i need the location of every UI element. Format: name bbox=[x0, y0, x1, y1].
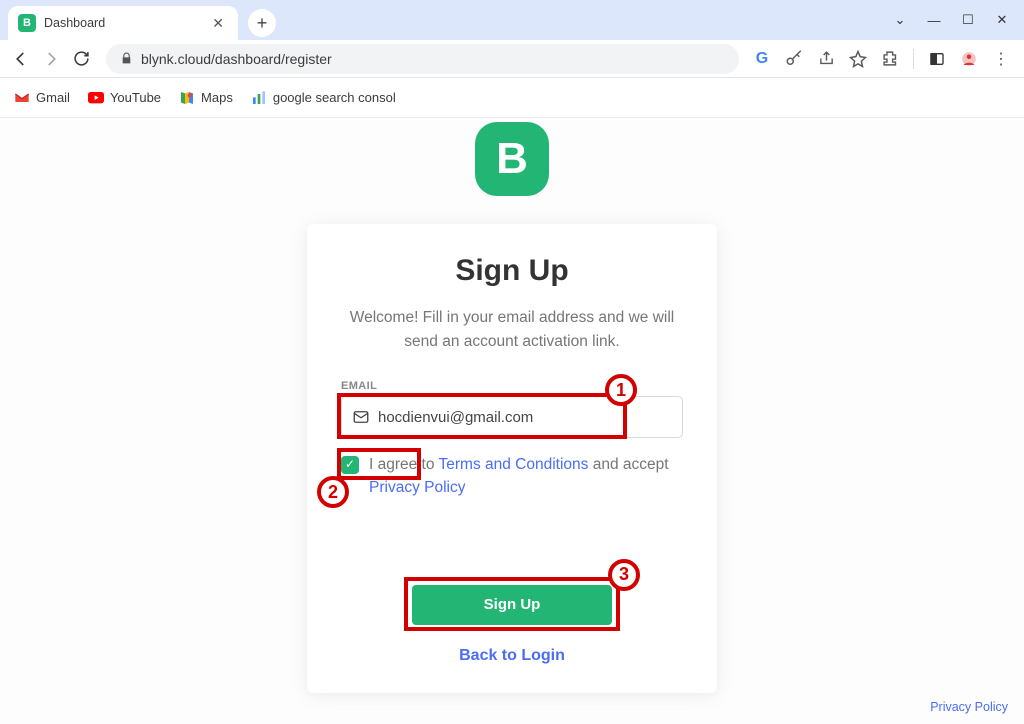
privacy-link[interactable]: Privacy Policy bbox=[369, 479, 465, 496]
signup-button[interactable]: Sign Up bbox=[412, 585, 612, 625]
bookmark-label: Maps bbox=[201, 90, 233, 105]
terms-row: ✓ I agree to Terms and Conditions and ac… bbox=[341, 454, 683, 499]
tab-close-icon[interactable]: ✕ bbox=[208, 15, 228, 32]
window-maximize-icon[interactable]: ☐ bbox=[960, 12, 976, 28]
profile-icon[interactable] bbox=[960, 50, 978, 68]
envelope-icon bbox=[352, 408, 370, 426]
lock-icon bbox=[120, 52, 133, 65]
gsc-icon bbox=[251, 90, 267, 106]
chevron-down-icon[interactable]: ⌄ bbox=[892, 12, 908, 28]
forward-icon[interactable] bbox=[40, 48, 62, 70]
bookmark-gsc[interactable]: google search consol bbox=[251, 90, 396, 106]
email-field-wrapper: EMAIL 1 bbox=[341, 380, 683, 438]
bookmark-maps[interactable]: Maps bbox=[179, 90, 233, 106]
window-close-icon[interactable]: ✕ bbox=[994, 12, 1010, 28]
signup-card: Sign Up Welcome! Fill in your email addr… bbox=[307, 224, 717, 693]
new-tab-button[interactable]: + bbox=[248, 9, 276, 37]
terms-link[interactable]: Terms and Conditions bbox=[439, 456, 589, 473]
terms-text: I agree to Terms and Conditions and acce… bbox=[369, 454, 683, 499]
page-title: Sign Up bbox=[455, 254, 568, 288]
toolbar-divider bbox=[913, 49, 914, 69]
sidepanel-icon[interactable] bbox=[928, 50, 946, 68]
email-input[interactable] bbox=[378, 409, 672, 426]
bookmark-gmail[interactable]: Gmail bbox=[14, 90, 70, 106]
tab-favicon-icon: B bbox=[18, 14, 36, 32]
email-input-container[interactable] bbox=[341, 396, 683, 438]
window-minimize-icon[interactable]: — bbox=[926, 13, 942, 28]
maps-icon bbox=[179, 90, 195, 106]
bookmark-label: Gmail bbox=[36, 90, 70, 105]
bookmark-youtube[interactable]: YouTube bbox=[88, 90, 161, 106]
google-icon[interactable]: G bbox=[753, 50, 771, 68]
email-label: EMAIL bbox=[341, 380, 683, 392]
reload-icon[interactable] bbox=[70, 48, 92, 70]
star-icon[interactable] bbox=[849, 50, 867, 68]
bookmark-label: google search consol bbox=[273, 90, 396, 105]
extensions-icon[interactable] bbox=[881, 50, 899, 68]
tab-title: Dashboard bbox=[44, 16, 208, 30]
back-to-login-link[interactable]: Back to Login bbox=[459, 647, 565, 665]
youtube-icon bbox=[88, 90, 104, 106]
menu-icon[interactable]: ⋮ bbox=[992, 50, 1010, 68]
address-url: blynk.cloud/dashboard/register bbox=[141, 51, 332, 67]
annotation-number-3: 3 bbox=[608, 559, 640, 591]
subtitle-text: Welcome! Fill in your email address and … bbox=[341, 306, 683, 354]
key-icon[interactable] bbox=[785, 50, 803, 68]
browser-tab[interactable]: B Dashboard ✕ bbox=[8, 6, 238, 40]
app-logo-icon: B bbox=[475, 122, 549, 196]
back-icon[interactable] bbox=[10, 48, 32, 70]
annotation-number-2: 2 bbox=[317, 476, 349, 508]
bookmark-label: YouTube bbox=[110, 90, 161, 105]
gmail-icon bbox=[14, 90, 30, 106]
terms-checkbox[interactable]: ✓ bbox=[341, 456, 359, 474]
footer-privacy-link[interactable]: Privacy Policy bbox=[930, 700, 1008, 714]
address-bar[interactable]: blynk.cloud/dashboard/register bbox=[106, 44, 739, 74]
share-icon[interactable] bbox=[817, 50, 835, 68]
